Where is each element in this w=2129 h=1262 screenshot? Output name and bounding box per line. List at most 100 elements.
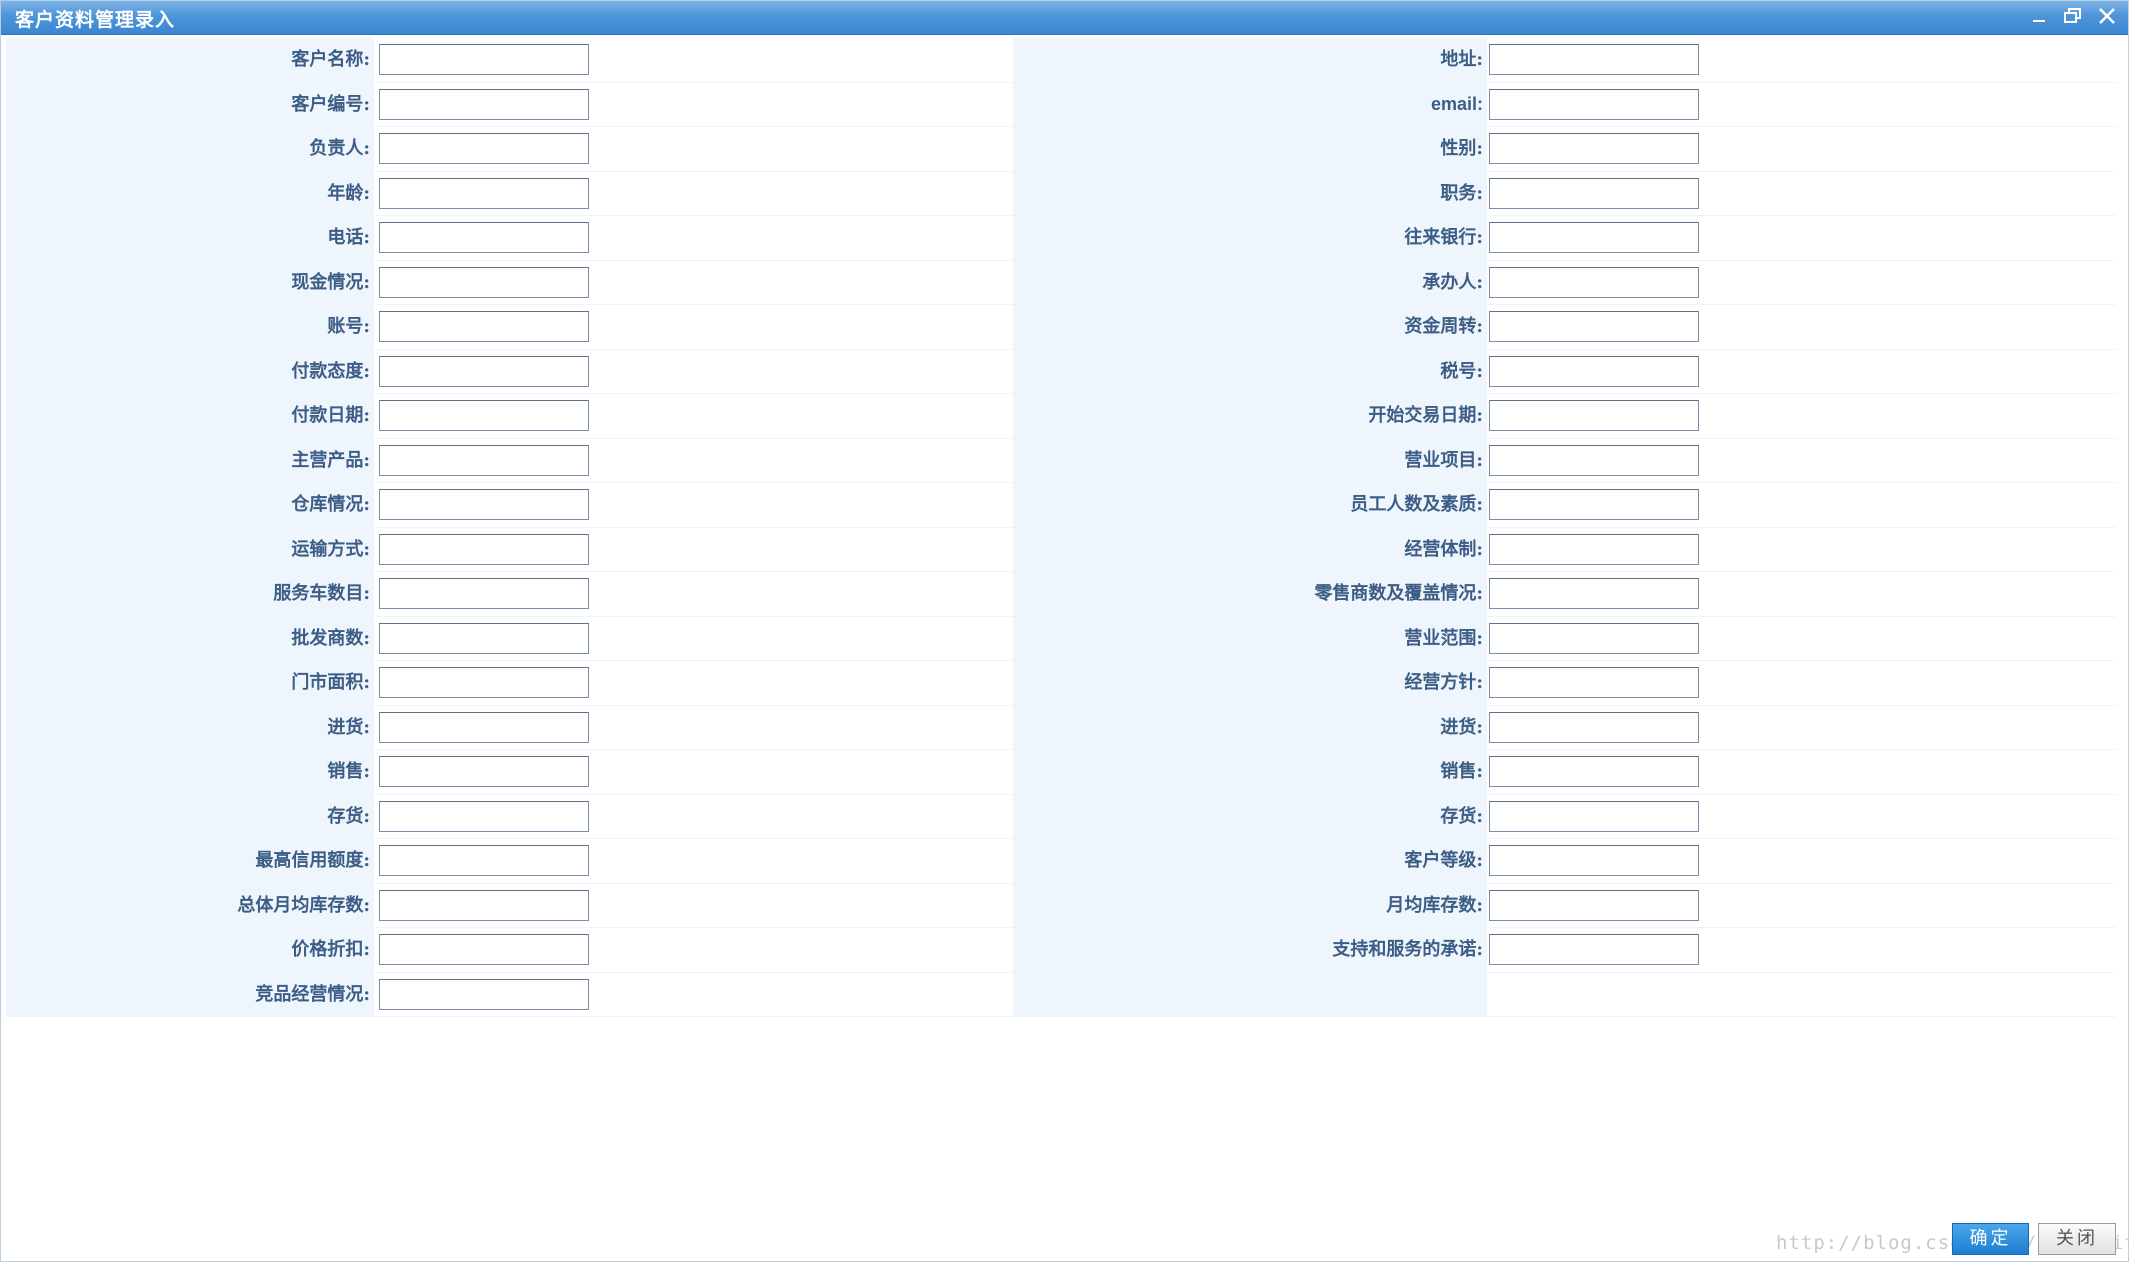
close-button[interactable]: 关闭 <box>2038 1223 2116 1255</box>
field-label-left: 客户编号: <box>6 82 374 126</box>
field-input-left[interactable] <box>379 845 589 876</box>
field-input-left[interactable] <box>379 667 589 698</box>
field-input-right[interactable] <box>1489 266 1699 298</box>
field-input-left[interactable] <box>379 355 589 387</box>
field-label-right: 职务: <box>1013 171 1487 215</box>
ok-button[interactable]: 确定 <box>1952 1223 2029 1255</box>
form-row: 主营产品: 营业项目: <box>6 438 2116 483</box>
close-icon[interactable] <box>2096 5 2118 27</box>
field-label-right: 月均库存数: <box>1013 883 1487 927</box>
field-input-right[interactable] <box>1489 311 1699 342</box>
field-label-left: 最高信用额度: <box>6 839 374 883</box>
field-input-left[interactable] <box>379 533 589 565</box>
field-label-left: 价格折扣: <box>6 928 374 972</box>
field-label-left: 存货: <box>6 794 374 838</box>
form-row: 竞品经营情况: <box>6 972 2116 1017</box>
field-input-right[interactable] <box>1489 133 1699 164</box>
form-row: 进货: 进货: <box>6 705 2116 750</box>
field-input-left[interactable] <box>379 444 589 476</box>
field-label-right: 经营体制: <box>1013 527 1487 571</box>
field-input-right[interactable] <box>1489 845 1699 876</box>
form-row: 存货: 存货: <box>6 794 2116 839</box>
window-title: 客户资料管理录入 <box>15 9 176 31</box>
field-input-right[interactable] <box>1489 756 1699 787</box>
field-label-right: 销售: <box>1013 750 1487 794</box>
field-input-left[interactable] <box>379 44 589 75</box>
field-label-left: 销售: <box>6 750 374 794</box>
form-row: 负责人: 性别: <box>6 127 2116 172</box>
field-label-left: 总体月均库存数: <box>6 883 374 927</box>
field-input-right[interactable] <box>1489 44 1699 75</box>
form-row: 仓库情况: 员工人数及素质: <box>6 483 2116 528</box>
field-input-right[interactable] <box>1489 489 1699 520</box>
form-row: 服务车数目: 零售商数及覆盖情况: <box>6 572 2116 617</box>
field-input-right[interactable] <box>1489 355 1699 387</box>
field-input-right[interactable] <box>1489 800 1699 832</box>
field-input-left[interactable] <box>379 978 589 1010</box>
field-label-right: 零售商数及覆盖情况: <box>1013 572 1487 616</box>
field-input-right[interactable] <box>1489 578 1699 609</box>
customer-form: 客户名称: 地址: 客户编号: email: 负责人: 性别: 年龄: 职务: 电话: 往来银行:… <box>6 38 2116 1017</box>
field-label-left: 主营产品: <box>6 438 374 482</box>
field-input-right[interactable] <box>1489 622 1699 654</box>
field-input-left[interactable] <box>379 400 589 431</box>
field-input-left[interactable] <box>379 889 589 921</box>
field-input-left[interactable] <box>379 222 589 253</box>
field-label-right: 进货: <box>1013 705 1487 749</box>
field-label-left: 仓库情况: <box>6 483 374 527</box>
field-input-right[interactable] <box>1489 444 1699 476</box>
field-input-right[interactable] <box>1489 400 1699 431</box>
form-row: 付款态度: 税号: <box>6 349 2116 394</box>
restore-icon[interactable] <box>2062 5 2084 27</box>
field-label-right: 性别: <box>1013 127 1487 171</box>
form-row: 现金情况: 承办人: <box>6 260 2116 305</box>
minimize-icon[interactable] <box>2028 5 2050 27</box>
field-label-right: 营业范围: <box>1013 616 1487 660</box>
field-label-left: 客户名称: <box>6 38 374 82</box>
field-input-right[interactable] <box>1489 88 1699 120</box>
field-input-left[interactable] <box>379 266 589 298</box>
field-label-right: 支持和服务的承诺: <box>1013 928 1487 972</box>
field-input-left[interactable] <box>379 133 589 164</box>
field-input-left[interactable] <box>379 622 589 654</box>
field-label-left: 负责人: <box>6 127 374 171</box>
field-input-right[interactable] <box>1489 711 1699 743</box>
form-row: 批发商数: 营业范围: <box>6 616 2116 661</box>
field-input-left[interactable] <box>379 800 589 832</box>
form-row: 价格折扣: 支持和服务的承诺: <box>6 928 2116 973</box>
field-input-right[interactable] <box>1489 533 1699 565</box>
field-input-left[interactable] <box>379 711 589 743</box>
field-input-left[interactable] <box>379 311 589 342</box>
field-label-right: 资金周转: <box>1013 305 1487 349</box>
field-label-left: 门市面积: <box>6 661 374 705</box>
field-label-left: 账号: <box>6 305 374 349</box>
field-label-left: 批发商数: <box>6 616 374 660</box>
title-bar[interactable]: 客户资料管理录入 <box>1 1 2128 35</box>
field-input-right[interactable] <box>1489 667 1699 698</box>
field-label-right: email: <box>1013 82 1487 126</box>
field-input-left[interactable] <box>379 934 589 965</box>
field-label-left: 进货: <box>6 705 374 749</box>
field-label-left: 运输方式: <box>6 527 374 571</box>
field-input-right[interactable] <box>1489 889 1699 921</box>
field-label-right <box>1013 972 1487 1016</box>
field-label-left: 竞品经营情况: <box>6 972 374 1016</box>
dialog-window: 客户资料管理录入 客户名称: 地址: 客户编号: email: 负责人: 性别: 年龄: 职务… <box>0 0 2129 1262</box>
form-row: 客户编号: email: <box>6 82 2116 127</box>
form-row: 账号: 资金周转: <box>6 305 2116 350</box>
form-row: 总体月均库存数: 月均库存数: <box>6 883 2116 928</box>
field-label-right: 开始交易日期: <box>1013 394 1487 438</box>
field-input-left[interactable] <box>379 88 589 120</box>
form-row: 年龄: 职务: <box>6 171 2116 216</box>
field-input-left[interactable] <box>379 177 589 209</box>
field-input-left[interactable] <box>379 578 589 609</box>
field-input-left[interactable] <box>379 756 589 787</box>
field-input-right[interactable] <box>1489 222 1699 253</box>
field-input-right[interactable] <box>1489 934 1699 965</box>
form-row: 最高信用额度: 客户等级: <box>6 839 2116 884</box>
form-row: 客户名称: 地址: <box>6 38 2116 83</box>
field-input-right[interactable] <box>1489 177 1699 209</box>
form-row: 付款日期: 开始交易日期: <box>6 394 2116 439</box>
field-label-left: 现金情况: <box>6 260 374 304</box>
field-input-left[interactable] <box>379 489 589 520</box>
